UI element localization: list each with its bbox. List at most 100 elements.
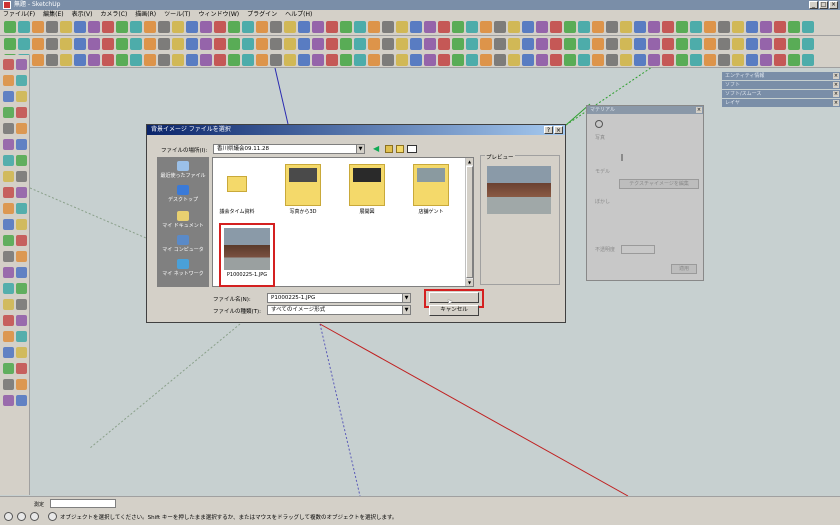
toolbar-tool-icon[interactable] (382, 38, 394, 50)
toolbar-tool-icon[interactable] (452, 38, 464, 50)
palette-tool-icon[interactable] (3, 59, 14, 70)
cancel-button[interactable]: キャンセル (429, 305, 479, 316)
toolbar-tool-icon[interactable] (550, 54, 562, 66)
toolbar-tool-icon[interactable] (788, 38, 800, 50)
toolbar-tool-icon[interactable] (480, 54, 492, 66)
toolbar-tool-icon[interactable] (158, 21, 170, 33)
toolbar-tool-icon[interactable] (186, 38, 198, 50)
toolbar-tool-icon[interactable] (648, 21, 660, 33)
palette-tool-icon[interactable] (16, 123, 27, 134)
toolbar-tool-icon[interactable] (46, 38, 58, 50)
toolbar-tool-icon[interactable] (200, 38, 212, 50)
palette-tool-icon[interactable] (3, 139, 14, 150)
toolbar-tool-icon[interactable] (592, 54, 604, 66)
toolbar-tool-icon[interactable] (382, 54, 394, 66)
toolbar-tool-icon[interactable] (746, 38, 758, 50)
toolbar-tool-icon[interactable] (312, 38, 324, 50)
toolbar-tool-icon[interactable] (326, 38, 338, 50)
view-menu-icon[interactable] (407, 145, 417, 153)
folder-item[interactable]: 写真から3D (283, 164, 323, 215)
toolbar-tool-icon[interactable] (564, 54, 576, 66)
toolbar-tool-icon[interactable] (424, 38, 436, 50)
toolbar-tool-icon[interactable] (452, 54, 464, 66)
toolbar-tool-icon[interactable] (732, 54, 744, 66)
toolbar-tool-icon[interactable] (228, 38, 240, 50)
place-computer[interactable]: マイ コンピュータ (157, 235, 209, 253)
palette-tool-icon[interactable] (16, 187, 27, 198)
toolbar-tool-icon[interactable] (648, 54, 660, 66)
toolbar-tool-icon[interactable] (18, 38, 30, 50)
palette-tool-icon[interactable] (16, 59, 27, 70)
palette-tool-icon[interactable] (16, 75, 27, 86)
toolbar-tool-icon[interactable] (312, 21, 324, 33)
toolbar-tool-icon[interactable] (564, 21, 576, 33)
up-folder-icon[interactable] (385, 145, 393, 153)
toolbar-tool-icon[interactable] (130, 21, 142, 33)
palette-tool-icon[interactable] (3, 187, 14, 198)
palette-tool-icon[interactable] (3, 267, 14, 278)
close-icon[interactable]: × (833, 91, 839, 97)
toolbar-tool-icon[interactable] (606, 54, 618, 66)
toolbar-tool-icon[interactable] (522, 54, 534, 66)
toolbar-tool-icon[interactable] (452, 21, 464, 33)
palette-tool-icon[interactable] (3, 155, 14, 166)
toolbar-tool-icon[interactable] (88, 21, 100, 33)
selected-image-file[interactable]: P1000225-1.JPG (219, 223, 275, 287)
toolbar-tool-icon[interactable] (116, 21, 128, 33)
toolbar-tool-icon[interactable] (410, 21, 422, 33)
panel-entity-info[interactable]: エンティティ情報 × (722, 72, 840, 80)
toolbar-tool-icon[interactable] (606, 38, 618, 50)
toolbar-tool-icon[interactable] (592, 21, 604, 33)
toolbar-tool-icon[interactable] (438, 38, 450, 50)
menu-file[interactable]: ファイル(F) (3, 10, 35, 19)
toolbar-tool-icon[interactable] (368, 21, 380, 33)
toolbar-tool-icon[interactable] (676, 21, 688, 33)
toolbar-tool-icon[interactable] (550, 38, 562, 50)
toolbar-tool-icon[interactable] (774, 54, 786, 66)
toolbar-tool-icon[interactable] (270, 38, 282, 50)
toolbar-tool-icon[interactable] (802, 21, 814, 33)
close-icon[interactable]: × (833, 100, 839, 106)
toolbar-tool-icon[interactable] (228, 54, 240, 66)
palette-tool-icon[interactable] (3, 203, 14, 214)
toolbar-tool-icon[interactable] (494, 21, 506, 33)
toolbar-tool-icon[interactable] (172, 38, 184, 50)
toolbar-tool-icon[interactable] (536, 38, 548, 50)
help-button[interactable]: ? (544, 126, 553, 134)
toolbar-tool-icon[interactable] (144, 54, 156, 66)
toolbar-tool-icon[interactable] (116, 54, 128, 66)
toolbar-tool-icon[interactable] (648, 38, 660, 50)
palette-tool-icon[interactable] (16, 363, 27, 374)
toolbar-tool-icon[interactable] (480, 38, 492, 50)
toolbar-tool-icon[interactable] (256, 21, 268, 33)
toolbar-tool-icon[interactable] (662, 54, 674, 66)
toolbar-tool-icon[interactable] (102, 38, 114, 50)
palette-tool-icon[interactable] (3, 107, 14, 118)
chevron-down-icon[interactable]: ▼ (356, 145, 364, 153)
menu-draw[interactable]: 描画(R) (135, 10, 156, 19)
toolbar-tool-icon[interactable] (508, 38, 520, 50)
minimize-button[interactable]: _ (809, 1, 818, 9)
palette-tool-icon[interactable] (3, 347, 14, 358)
toolbar-tool-icon[interactable] (270, 21, 282, 33)
toolbar-tool-icon[interactable] (88, 54, 100, 66)
edit-texture-button[interactable]: テクスチャイメージを編集 (619, 179, 699, 189)
materials-row-photo[interactable]: 写真 (595, 134, 605, 141)
toolbar-tool-icon[interactable] (690, 21, 702, 33)
menu-window[interactable]: ウィンドウ(W) (199, 10, 240, 19)
toolbar-tool-icon[interactable] (18, 21, 30, 33)
filename-input[interactable]: P1000225-1.JPG ▼ (267, 293, 411, 303)
toolbar-tool-icon[interactable] (718, 54, 730, 66)
toolbar-tool-icon[interactable] (354, 21, 366, 33)
toolbar-tool-icon[interactable] (4, 21, 16, 33)
toolbar-tool-icon[interactable] (340, 38, 352, 50)
toolbar-tool-icon[interactable] (802, 54, 814, 66)
toolbar-tool-icon[interactable] (298, 21, 310, 33)
maximize-button[interactable]: □ (819, 1, 828, 9)
toolbar-tool-icon[interactable] (326, 54, 338, 66)
menu-help[interactable]: ヘルプ(H) (285, 10, 312, 19)
menu-view[interactable]: 表示(V) (72, 10, 93, 19)
toolbar-tool-icon[interactable] (172, 21, 184, 33)
palette-tool-icon[interactable] (3, 395, 14, 406)
toolbar-tool-icon[interactable] (438, 21, 450, 33)
